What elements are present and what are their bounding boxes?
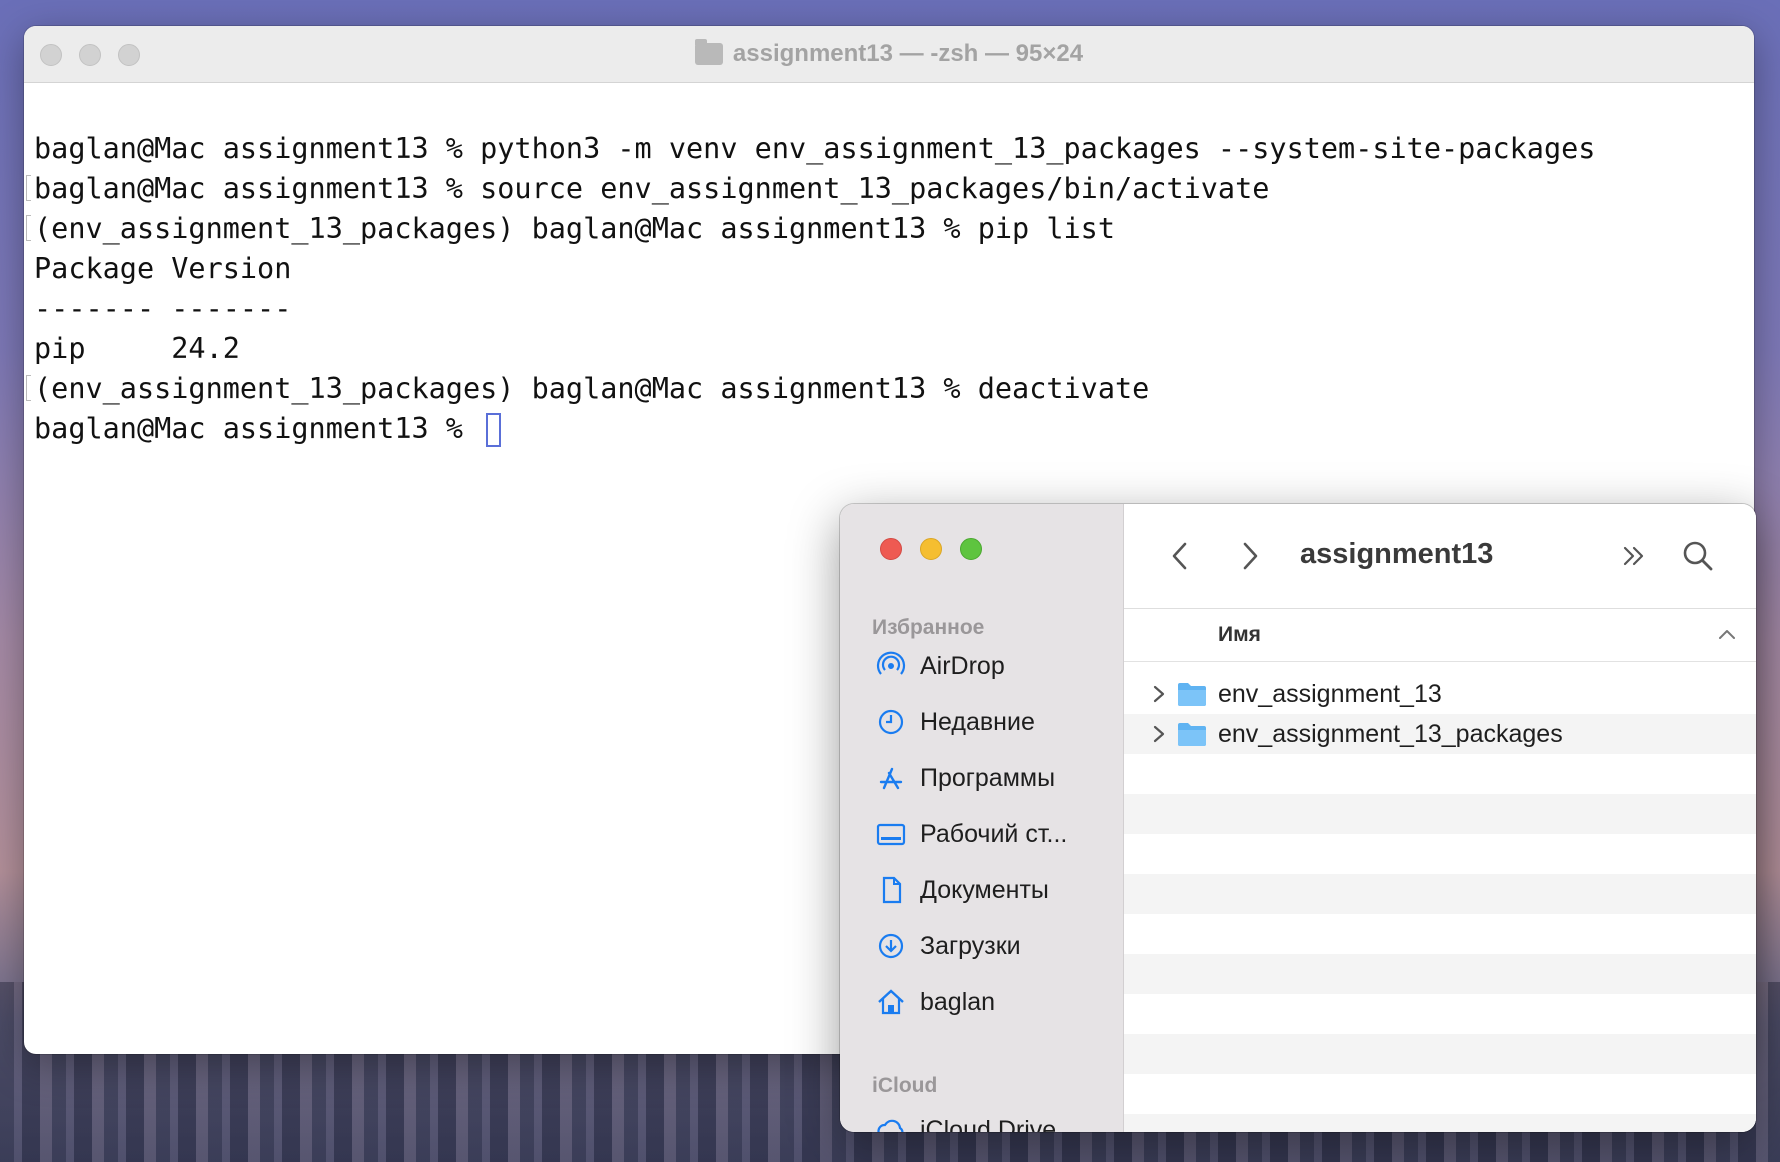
airdrop-icon xyxy=(876,651,906,681)
terminal-line: (env_assignment_13_packages) baglan@Mac … xyxy=(26,369,1754,409)
file-list: env_assignment_13 env_assignment_13_pack… xyxy=(1124,662,1756,1132)
terminal-line: baglan@Mac assignment13 % source env_ass… xyxy=(26,169,1754,209)
column-header-name[interactable]: Имя xyxy=(1218,623,1261,647)
sidebar-item-desktop[interactable]: Рабочий ст... xyxy=(876,814,1067,854)
applications-icon xyxy=(876,763,906,793)
finder-window-controls xyxy=(880,538,982,560)
document-icon xyxy=(876,875,906,905)
folder-icon xyxy=(694,39,723,65)
folder-icon xyxy=(1176,680,1208,713)
folder-icon xyxy=(1176,720,1208,753)
close-button[interactable] xyxy=(880,538,902,560)
sidebar-item-label: Недавние xyxy=(920,707,1035,736)
sidebar-item-label: Документы xyxy=(920,875,1049,904)
finder-toolbar: assignment13 xyxy=(1124,504,1756,609)
finder-window[interactable]: Избранное AirDrop Недавние Программы Раб… xyxy=(840,504,1756,1132)
terminal-line: Package Version xyxy=(34,252,292,285)
zoom-button[interactable] xyxy=(118,44,140,66)
cloud-icon xyxy=(876,1115,906,1132)
terminal-line: pip 24.2 xyxy=(34,332,240,365)
home-icon xyxy=(876,987,906,1017)
terminal-title: assignment13 — -zsh — 95×24 xyxy=(694,39,1084,68)
terminal-line: baglan@Mac assignment13 % python3 -m ven… xyxy=(34,132,1596,165)
sidebar-item-home[interactable]: baglan xyxy=(876,982,995,1022)
double-chevron-icon xyxy=(1623,546,1644,566)
file-name: env_assignment_13_packages xyxy=(1218,720,1563,748)
sidebar-item-documents[interactable]: Документы xyxy=(876,870,1049,910)
empty-row xyxy=(1124,994,1756,1034)
empty-row xyxy=(1124,834,1756,874)
empty-row xyxy=(1124,874,1756,914)
empty-row xyxy=(1124,1074,1756,1114)
sidebar-item-applications[interactable]: Программы xyxy=(876,758,1055,798)
sidebar-item-downloads[interactable]: Загрузки xyxy=(876,926,1021,966)
file-name: env_assignment_13 xyxy=(1218,680,1442,708)
table-row[interactable]: env_assignment_13_packages xyxy=(1124,714,1756,754)
chevron-up-icon[interactable] xyxy=(1718,627,1736,645)
terminal-window-controls xyxy=(40,44,140,66)
empty-row xyxy=(1124,1114,1756,1132)
empty-row xyxy=(1124,954,1756,994)
table-row[interactable]: env_assignment_13 xyxy=(1124,674,1756,714)
mark-bracket-icon xyxy=(26,375,31,401)
empty-row xyxy=(1124,914,1756,954)
sidebar-item-label: Рабочий ст... xyxy=(920,819,1068,848)
chevron-left-icon xyxy=(1172,542,1187,570)
disclosure-triangle-icon[interactable] xyxy=(1152,684,1166,709)
terminal-title-text: assignment13 — -zsh — 95×24 xyxy=(732,40,1084,67)
terminal-titlebar[interactable]: assignment13 — -zsh — 95×24 xyxy=(24,26,1754,83)
more-toolbar-button[interactable] xyxy=(1614,536,1654,576)
search-icon xyxy=(1683,541,1713,571)
sidebar-item-label: iCloud Drive xyxy=(920,1115,1057,1133)
close-button[interactable] xyxy=(40,44,62,66)
sidebar-item-icloud-drive[interactable]: iCloud Drive xyxy=(876,1110,1056,1132)
clock-icon xyxy=(876,707,906,737)
desktop-icon xyxy=(876,819,906,849)
terminal-line: (env_assignment_13_packages) baglan@Mac … xyxy=(26,209,1754,249)
mark-bracket-icon xyxy=(26,175,31,201)
zoom-button[interactable] xyxy=(960,538,982,560)
downloads-icon xyxy=(876,931,906,961)
empty-row xyxy=(1124,794,1756,834)
sidebar-item-recents[interactable]: Недавние xyxy=(876,702,1035,742)
empty-row xyxy=(1124,754,1756,794)
sidebar-item-airdrop[interactable]: AirDrop xyxy=(876,646,1005,686)
sidebar-section-favorites: Избранное xyxy=(872,616,985,639)
terminal-prompt-line[interactable]: baglan@Mac assignment13 % xyxy=(34,409,1754,449)
mark-bracket-icon xyxy=(26,215,31,241)
forward-button[interactable] xyxy=(1230,536,1270,576)
empty-row xyxy=(1124,1034,1756,1074)
chevron-right-icon xyxy=(1243,542,1258,570)
sidebar-item-label: AirDrop xyxy=(920,651,1005,680)
text-cursor xyxy=(486,413,502,447)
sidebar-section-icloud: iCloud xyxy=(872,1074,938,1097)
list-header[interactable]: Имя xyxy=(1124,609,1756,662)
disclosure-triangle-icon[interactable] xyxy=(1152,724,1166,749)
back-button[interactable] xyxy=(1160,536,1200,576)
sidebar-item-label: baglan xyxy=(920,987,996,1016)
terminal-output[interactable]: baglan@Mac assignment13 % python3 -m ven… xyxy=(24,83,1754,449)
search-button[interactable] xyxy=(1678,536,1718,576)
finder-content: assignment13 Имя env_assignment_13 env_a… xyxy=(1124,504,1756,1132)
finder-sidebar: Избранное AirDrop Недавние Программы Раб… xyxy=(840,504,1124,1132)
minimize-button[interactable] xyxy=(920,538,942,560)
minimize-button[interactable] xyxy=(79,44,101,66)
sidebar-item-label: Загрузки xyxy=(920,931,1021,960)
finder-title: assignment13 xyxy=(1300,538,1494,570)
sidebar-item-label: Программы xyxy=(920,763,1056,792)
terminal-line: ------- ------- xyxy=(34,292,292,325)
